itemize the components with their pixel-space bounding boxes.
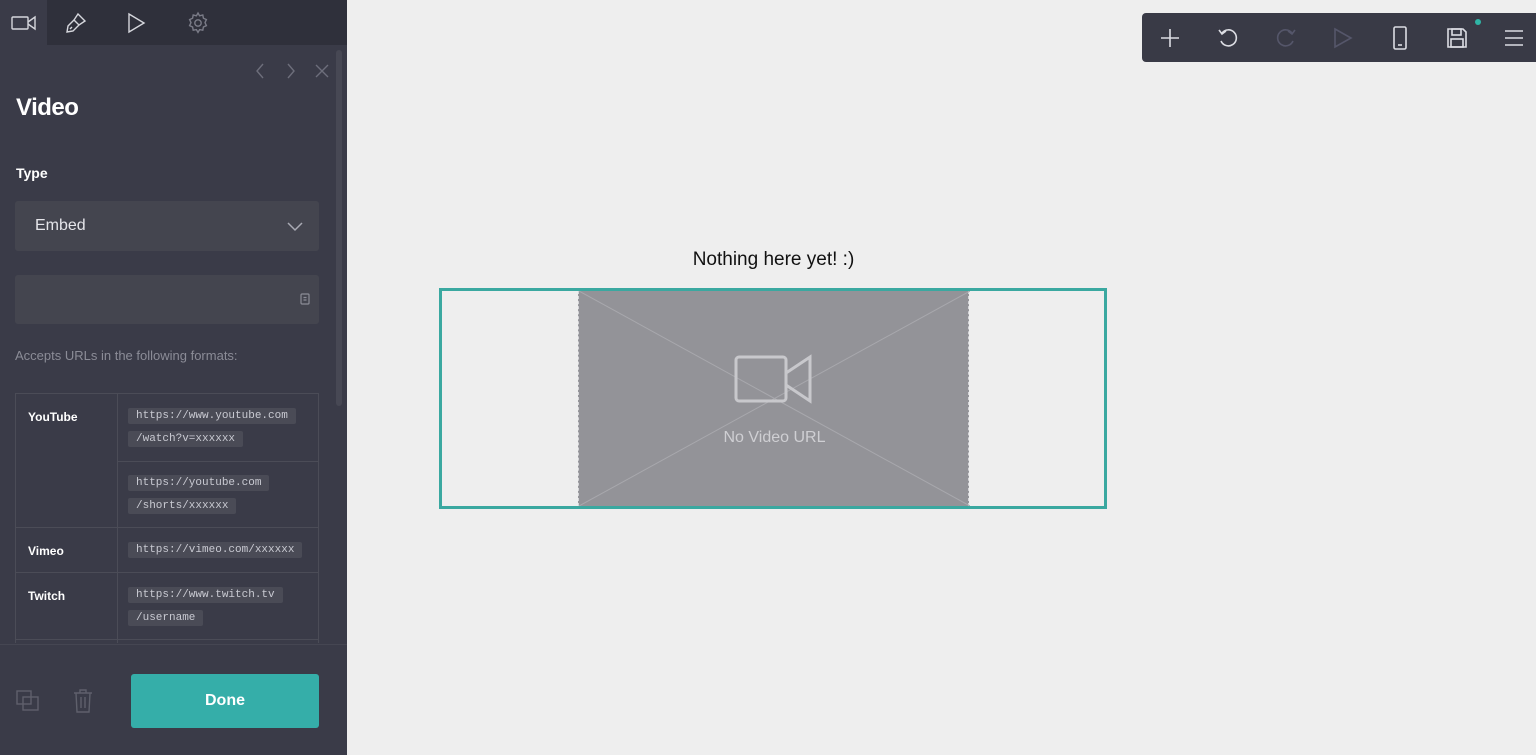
previous-button[interactable]	[249, 60, 271, 82]
table-row-vimeo: Vimeo https://vimeo.com/xxxxxx	[16, 528, 318, 573]
next-button[interactable]	[280, 60, 302, 82]
format-pattern-twitch: https://www.twitch.tv /username	[128, 584, 308, 630]
table-row-twitch: Twitch https://www.twitch.tv /username	[16, 573, 318, 640]
format-name-vimeo: Vimeo	[28, 544, 64, 558]
video-camera-icon	[734, 351, 814, 412]
url-format-help: Accepts URLs in the following formats:	[15, 348, 238, 363]
duplicate-button[interactable]	[16, 689, 40, 713]
tab-style[interactable]	[52, 0, 99, 45]
redo-icon	[1276, 29, 1296, 47]
delete-button[interactable]	[71, 689, 95, 713]
url-formats-table: YouTube https://www.youtube.com /watch?v…	[15, 393, 319, 643]
preview-button[interactable]	[1330, 25, 1356, 51]
unsaved-indicator	[1475, 19, 1481, 25]
undo-icon	[1218, 29, 1238, 47]
video-url-input[interactable]	[15, 275, 319, 324]
video-camera-icon	[10, 15, 36, 30]
save-icon	[1447, 28, 1467, 48]
chevron-right-icon	[287, 63, 295, 79]
format-pattern-vimeo: https://vimeo.com/xxxxxx	[128, 539, 308, 562]
mobile-view-button[interactable]	[1387, 25, 1413, 51]
type-label: Type	[16, 165, 48, 181]
undo-button[interactable]	[1215, 25, 1241, 51]
editor-toolbar	[1142, 13, 1536, 62]
save-button[interactable]	[1444, 25, 1470, 51]
preview-icon	[1334, 27, 1353, 49]
close-icon	[315, 64, 329, 78]
panel-title: Video	[16, 94, 79, 121]
sidebar-scrollbar[interactable]	[336, 50, 342, 406]
dynamic-content-icon[interactable]	[300, 292, 312, 306]
add-button[interactable]	[1157, 25, 1183, 51]
format-pattern-youtube-watch: https://www.youtube.com /watch?v=xxxxxx	[118, 394, 318, 461]
type-select-value: Embed	[35, 217, 86, 234]
no-video-url-label: No Video URL	[723, 429, 826, 446]
play-icon	[127, 12, 145, 33]
sidebar-footer: Done	[0, 644, 347, 755]
tab-video[interactable]	[0, 0, 47, 45]
done-button[interactable]: Done	[131, 674, 319, 728]
sidebar-tabbar	[0, 0, 347, 45]
format-pattern-youtube-shorts: https://youtube.com /shorts/xxxxxx	[118, 461, 318, 528]
mobile-view-icon	[1393, 26, 1407, 50]
menu-icon	[1505, 30, 1523, 46]
add-icon	[1161, 29, 1179, 47]
chevron-down-icon	[287, 219, 303, 237]
format-name-twitch: Twitch	[28, 589, 66, 603]
video-placeholder[interactable]: No Video URL	[578, 291, 970, 506]
tab-settings[interactable]	[174, 0, 221, 45]
gear-icon	[188, 11, 207, 34]
type-select[interactable]: Embed	[15, 201, 319, 251]
menu-button[interactable]	[1501, 25, 1527, 51]
editor-sidebar: Video Type Embed Accepts URLs in the fol…	[0, 0, 347, 755]
close-button[interactable]	[311, 60, 333, 82]
paint-brush-icon	[65, 12, 86, 33]
duplicate-icon	[16, 690, 39, 711]
trash-icon	[74, 689, 92, 713]
format-name-youtube: YouTube	[28, 410, 78, 424]
empty-state-message: Nothing here yet! :)	[692, 249, 855, 270]
chevron-left-icon	[256, 63, 264, 79]
redo-button[interactable]	[1273, 25, 1299, 51]
tab-interactions[interactable]	[112, 0, 159, 45]
selected-video-block[interactable]: No Video URL	[439, 288, 1107, 509]
